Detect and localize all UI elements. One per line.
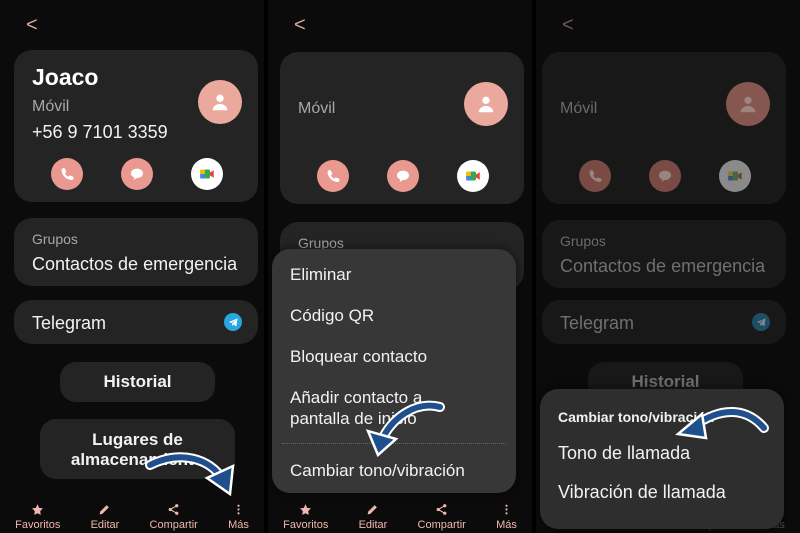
video-call-icon xyxy=(466,171,480,181)
sheet-item-ringtone[interactable]: Tono de llamada xyxy=(558,443,690,464)
avatar xyxy=(464,82,508,126)
person-icon xyxy=(740,96,756,113)
nav-label: Más xyxy=(228,519,249,531)
message-button[interactable] xyxy=(121,158,153,190)
meet-button[interactable] xyxy=(457,160,489,192)
call-button[interactable] xyxy=(51,158,83,190)
star-icon xyxy=(32,504,44,515)
message-button[interactable] xyxy=(649,160,681,192)
back-button[interactable]: < xyxy=(562,14,574,37)
phone-icon xyxy=(589,170,602,182)
meet-button[interactable] xyxy=(191,158,223,190)
chat-icon xyxy=(397,170,409,182)
contact-name: Joaco xyxy=(32,64,99,90)
nav-share[interactable]: Compartir xyxy=(418,503,466,531)
nav-label: Compartir xyxy=(149,519,198,531)
telegram-row[interactable]: Telegram xyxy=(542,300,786,344)
message-button[interactable] xyxy=(387,160,419,192)
sheet-item-vibration[interactable]: Vibración de llamada xyxy=(558,482,726,503)
contact-card: Joaco Móvil +56 9 7101 3359 xyxy=(14,50,258,202)
phone-number[interactable]: +56 9 7101 3359 xyxy=(32,122,168,143)
back-button[interactable]: < xyxy=(294,14,306,37)
contact-card: Móvil xyxy=(542,52,786,204)
telegram-row[interactable]: Telegram xyxy=(14,300,258,344)
video-call-icon xyxy=(200,169,214,179)
menu-item-qr-code[interactable]: Código QR xyxy=(290,306,374,326)
contact-card: Móvil xyxy=(280,52,524,204)
bottom-nav: Favoritos Editar Compartir Más xyxy=(0,487,264,533)
storage-line-1: Lugares de xyxy=(92,430,183,449)
groups-label: Grupos xyxy=(32,231,78,247)
arrow-annotation xyxy=(675,407,769,440)
nav-label: Compartir xyxy=(417,519,466,531)
star-icon xyxy=(300,504,312,515)
avatar xyxy=(198,80,242,124)
screen-contact-details: < Joaco Móvil +56 9 7101 3359 Grupos Con… xyxy=(0,0,264,533)
phone-icon xyxy=(327,170,340,182)
nav-label: Editar xyxy=(358,519,388,531)
nav-label: Favoritos xyxy=(15,519,61,531)
share-icon xyxy=(436,504,447,515)
call-button[interactable] xyxy=(317,160,349,192)
nav-more[interactable]: Más xyxy=(228,503,249,531)
groups-label: Grupos xyxy=(560,233,606,249)
pencil-icon xyxy=(100,505,110,515)
phone-label: Móvil xyxy=(32,98,70,115)
phone-icon xyxy=(61,168,74,180)
groups-value: Contactos de emergencia xyxy=(560,256,766,276)
back-button[interactable]: < xyxy=(26,14,38,37)
phone-label: Móvil xyxy=(560,100,598,117)
arrow-annotation xyxy=(365,400,445,458)
nav-label: Más xyxy=(496,519,517,531)
telegram-icon xyxy=(752,313,770,331)
telegram-label: Telegram xyxy=(32,313,107,333)
groups-card[interactable]: Grupos Contactos de emergencia xyxy=(14,218,258,286)
more-vertical-icon xyxy=(505,504,508,515)
person-icon xyxy=(212,94,228,111)
screen-ringtone-sheet: < Móvil Grupos Contactos de emergencia T… xyxy=(536,0,800,533)
more-vertical-icon xyxy=(237,504,240,515)
nav-share[interactable]: Compartir xyxy=(150,503,198,531)
screen-more-menu: < Móvil Grupos Eliminar Código QR Bloque… xyxy=(268,0,532,533)
nav-edit[interactable]: Editar xyxy=(358,503,388,531)
person-icon xyxy=(478,96,494,113)
menu-item-block-contact[interactable]: Bloquear contacto xyxy=(290,347,427,367)
nav-favorites[interactable]: Favoritos xyxy=(15,503,60,531)
chat-icon xyxy=(131,168,143,180)
call-button[interactable] xyxy=(579,160,611,192)
phone-label: Móvil xyxy=(298,100,336,117)
nav-label: Editar xyxy=(90,519,120,531)
menu-item-delete[interactable]: Eliminar xyxy=(290,265,351,285)
nav-edit[interactable]: Editar xyxy=(90,503,120,531)
share-icon xyxy=(168,504,179,515)
bottom-nav: Favoritos Editar Compartir Más xyxy=(268,487,532,533)
video-call-icon xyxy=(728,171,742,181)
telegram-icon xyxy=(224,313,242,331)
nav-more[interactable]: Más xyxy=(496,503,517,531)
menu-item-change-ringtone[interactable]: Cambiar tono/vibración xyxy=(290,461,465,481)
nav-favorites[interactable]: Favoritos xyxy=(283,503,328,531)
groups-card[interactable]: Grupos Contactos de emergencia xyxy=(542,220,786,288)
groups-value: Contactos de emergencia xyxy=(32,254,238,274)
meet-button[interactable] xyxy=(719,160,751,192)
avatar xyxy=(726,82,770,126)
pencil-icon xyxy=(368,505,378,515)
chat-icon xyxy=(659,170,671,182)
telegram-label: Telegram xyxy=(560,313,635,333)
history-button[interactable]: Historial xyxy=(60,362,215,402)
nav-label: Favoritos xyxy=(283,519,329,531)
